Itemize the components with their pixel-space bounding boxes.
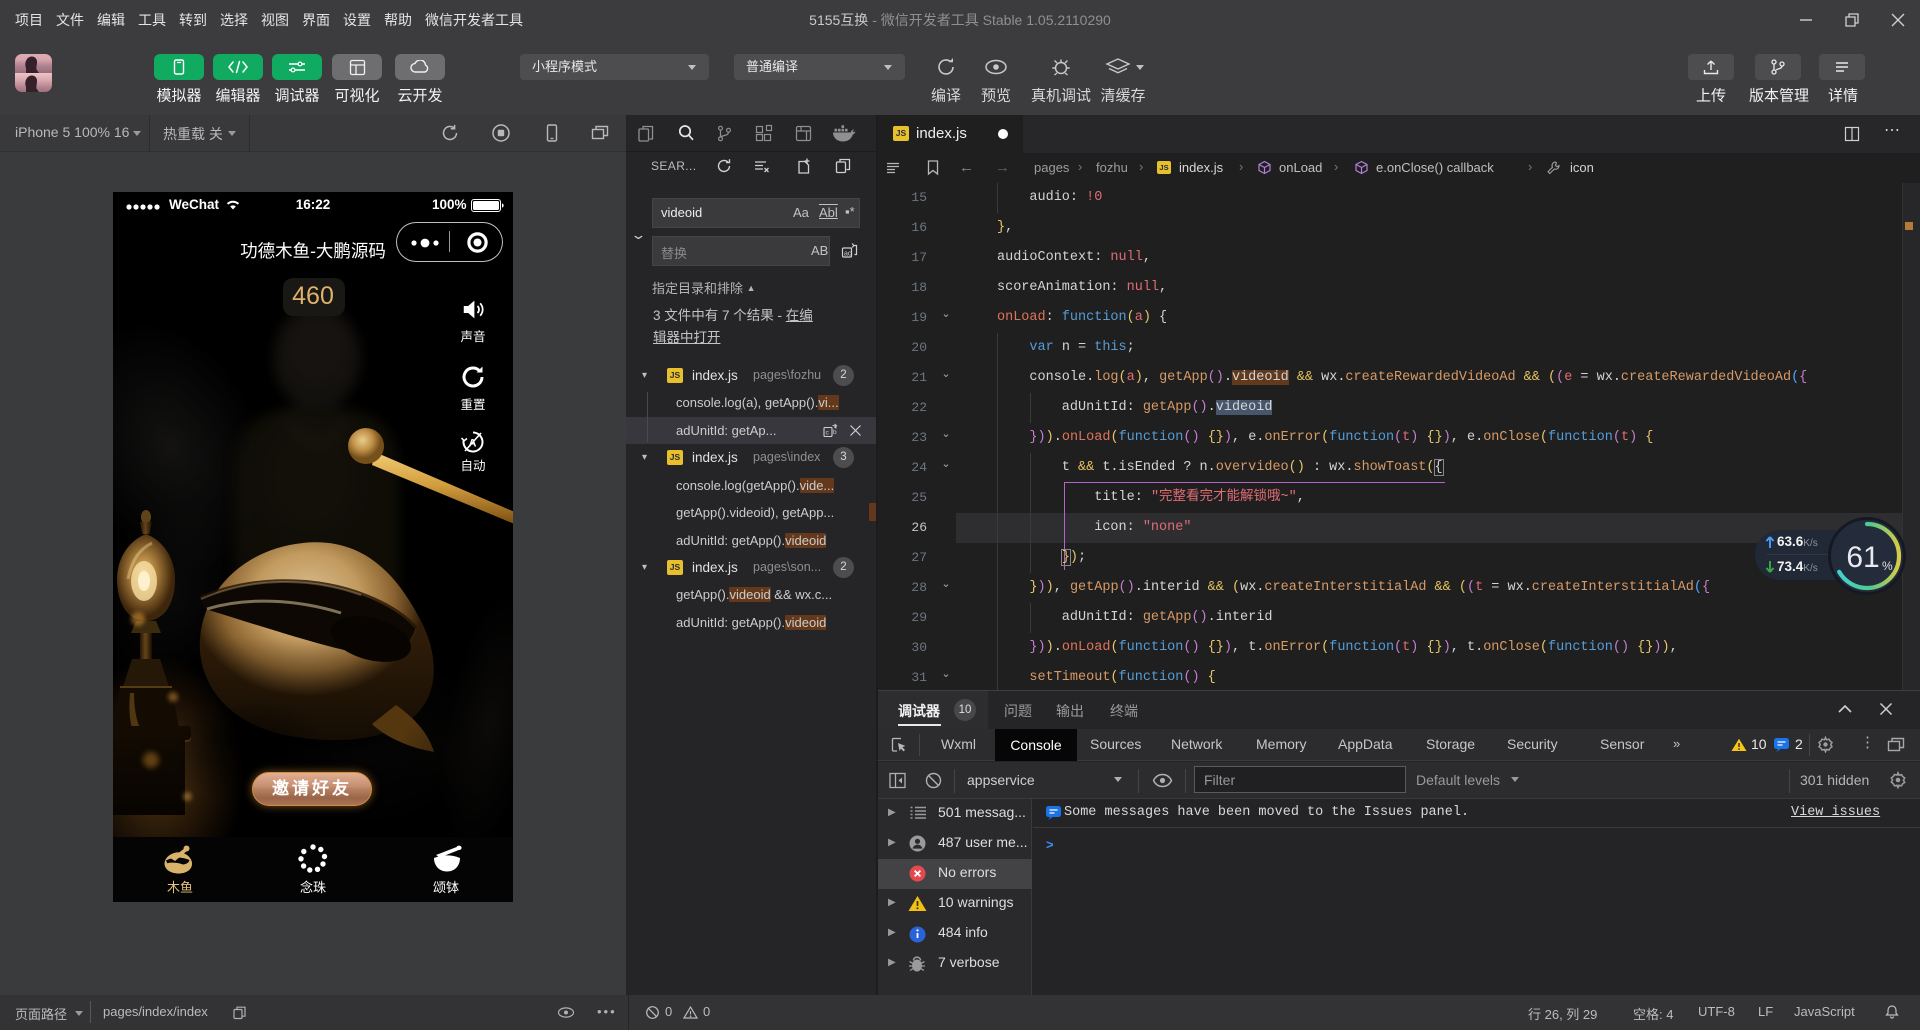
svg-text:b: b [833,429,837,436]
svg-text:ac: ac [844,251,852,258]
svg-text:c: c [826,430,830,437]
svg-text:61: 61 [1846,541,1879,574]
svg-text:%: % [1882,559,1893,573]
